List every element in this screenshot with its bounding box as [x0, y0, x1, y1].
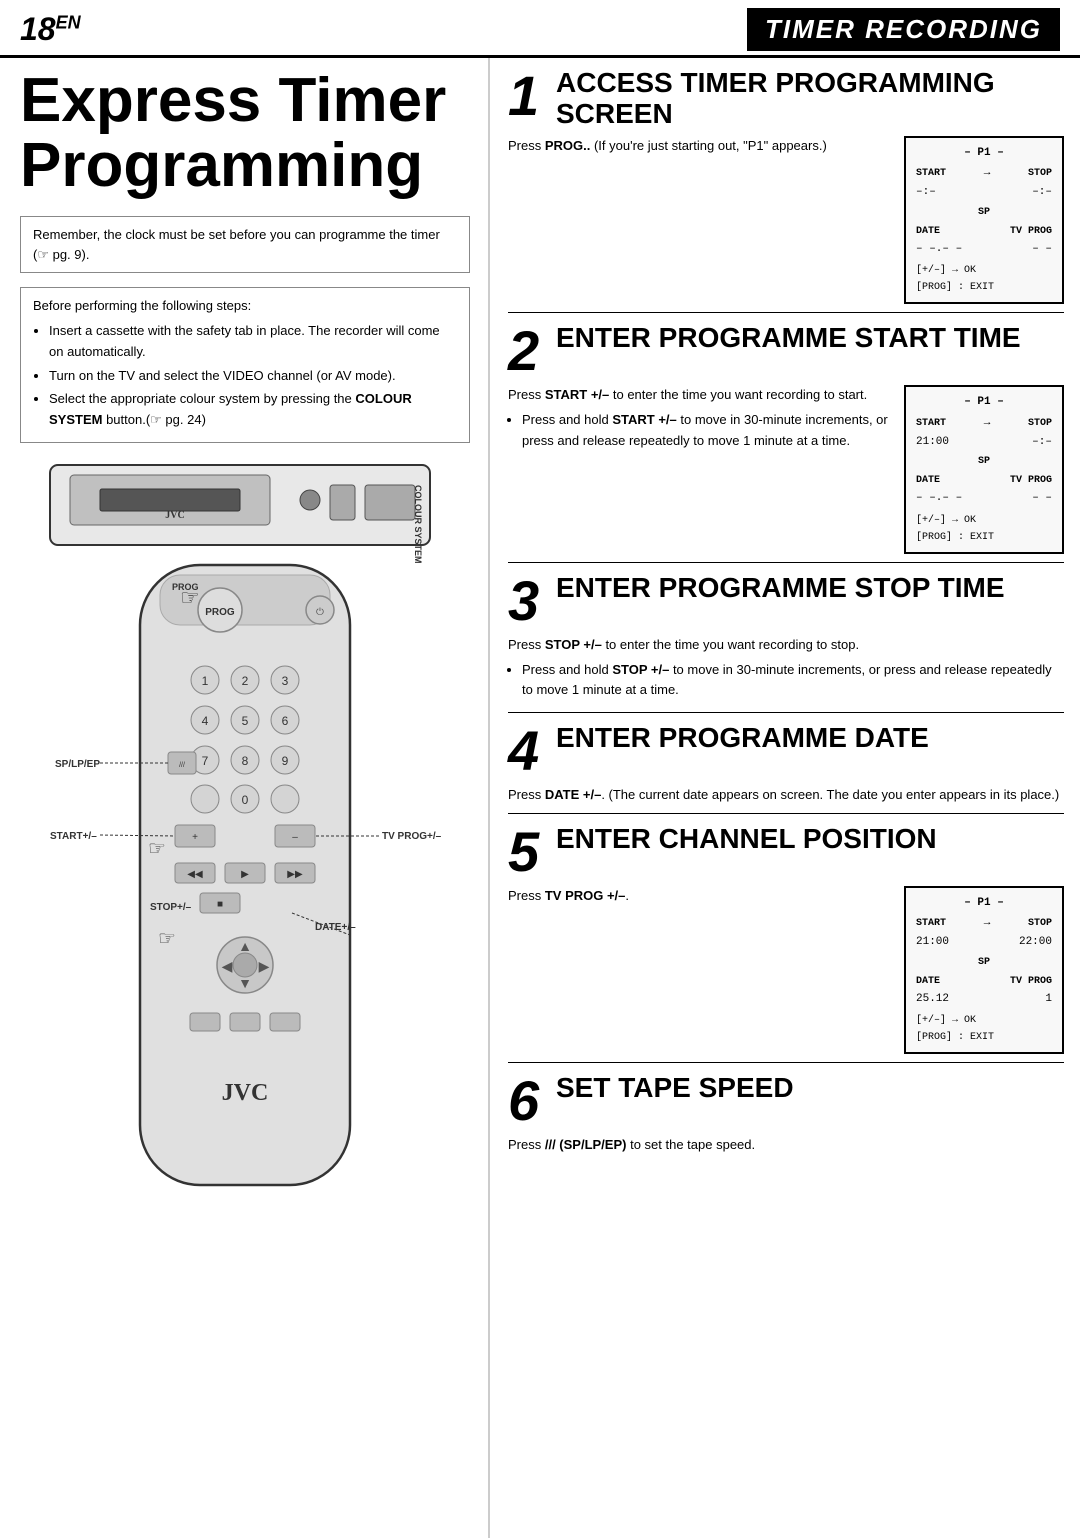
section-badge: TIMER RECORDING	[747, 8, 1060, 51]
step-title-3: ENTER PROGRAMME STOP TIME	[556, 573, 1005, 604]
step-section-6: 6 SET TAPE SPEED Press /// (SP/LP/EP) to…	[508, 1073, 1064, 1163]
step-body-2: Press START +/– to enter the time you wa…	[508, 385, 1064, 554]
svg-text:6: 6	[282, 714, 289, 728]
step-header-5: 5 ENTER CHANNEL POSITION	[508, 824, 1064, 880]
svg-text:SP/LP/EP: SP/LP/EP	[55, 759, 100, 770]
step-title-6: SET TAPE SPEED	[556, 1073, 794, 1104]
svg-text:JVC: JVC	[222, 1080, 269, 1106]
svg-text:8: 8	[242, 754, 249, 768]
lcd-screen-5: – P1 – START → STOP 21:00 22:00 SP DATE	[904, 886, 1064, 1055]
svg-text:▲: ▲	[238, 938, 252, 954]
svg-text:COLOUR SYSTEM: COLOUR SYSTEM	[413, 485, 423, 564]
vcr-illustration: JVC COLOUR SYSTEM PROG ☞ PROG ⏻	[20, 455, 470, 1215]
svg-text:◀◀: ◀◀	[187, 869, 203, 880]
svg-text:PROG: PROG	[205, 607, 235, 618]
step-number-2: 2	[508, 323, 546, 379]
svg-text:STOP+/–: STOP+/–	[150, 902, 192, 913]
step-header-6: 6 SET TAPE SPEED	[508, 1073, 1064, 1129]
step-body-6: Press /// (SP/LP/EP) to set the tape spe…	[508, 1135, 1064, 1155]
step-header-1: 1 ACCESS TIMER PROGRAMMING SCREEN	[508, 68, 1064, 130]
svg-text:◀: ◀	[222, 958, 233, 974]
svg-text:START+/–: START+/–	[50, 831, 97, 842]
svg-text:☞: ☞	[158, 928, 176, 950]
svg-text:5: 5	[242, 714, 249, 728]
step-body-1: Press PROG.. (If you're just starting ou…	[508, 136, 1064, 305]
list-item: Turn on the TV and select the VIDEO chan…	[49, 366, 457, 387]
right-column: 1 ACCESS TIMER PROGRAMMING SCREEN Press …	[490, 58, 1080, 1538]
step-section-3: 3 ENTER PROGRAMME STOP TIME Press STOP +…	[508, 573, 1064, 712]
svg-text:2: 2	[242, 674, 249, 688]
step-body-4: Press DATE +/–. (The current date appear…	[508, 785, 1064, 805]
step-text-6: Press /// (SP/LP/EP) to set the tape spe…	[508, 1135, 1064, 1155]
vcr-svg: JVC COLOUR SYSTEM PROG ☞ PROG ⏻	[20, 455, 470, 1215]
left-column: Express Timer Programming Remember, the …	[0, 58, 490, 1538]
step-number-6: 6	[508, 1073, 546, 1129]
svg-text:TV PROG+/–: TV PROG+/–	[382, 831, 442, 842]
svg-text:⏻: ⏻	[316, 607, 324, 618]
steps-box: Before performing the following steps: I…	[20, 287, 470, 443]
svg-text:7: 7	[202, 754, 209, 768]
step-text-3: Press STOP +/– to enter the time you wan…	[508, 635, 1064, 703]
svg-text:▶: ▶	[241, 869, 249, 880]
svg-text:3: 3	[282, 674, 289, 688]
main-content: Express Timer Programming Remember, the …	[0, 58, 1080, 1538]
step-section-2: 2 ENTER PROGRAMME START TIME Press START…	[508, 323, 1064, 563]
svg-text:▶: ▶	[259, 958, 270, 974]
list-item: Select the appropriate colour system by …	[49, 389, 457, 431]
step-body-5: Press TV PROG +/–. – P1 – START → STOP 2…	[508, 886, 1064, 1055]
lcd-screen-1: – P1 – START → STOP –:– –:– SP DATE	[904, 136, 1064, 305]
step-text-4: Press DATE +/–. (The current date appear…	[508, 785, 1064, 805]
step-body-3: Press STOP +/– to enter the time you wan…	[508, 635, 1064, 703]
svg-text:9: 9	[282, 754, 289, 768]
svg-text:–: –	[292, 832, 298, 843]
svg-text:0: 0	[242, 793, 249, 807]
step-title-5: ENTER CHANNEL POSITION	[556, 824, 937, 855]
lcd-screen-2: – P1 – START → STOP 21:00 –:– SP DATE	[904, 385, 1064, 554]
step-text-5: Press TV PROG +/–.	[508, 886, 892, 906]
step-header-2: 2 ENTER PROGRAMME START TIME	[508, 323, 1064, 379]
svg-text:///: ///	[179, 762, 185, 769]
step-title-1: ACCESS TIMER PROGRAMMING SCREEN	[556, 68, 1064, 130]
step-number-3: 3	[508, 573, 546, 629]
svg-text:1: 1	[202, 674, 209, 688]
page-title: Express Timer Programming	[20, 68, 470, 198]
note-box: Remember, the clock must be set before y…	[20, 216, 470, 273]
step-number-5: 5	[508, 824, 546, 880]
page-header: 18EN TIMER RECORDING	[0, 0, 1080, 58]
step-number-1: 1	[508, 68, 546, 124]
svg-text:DATE+/–: DATE+/–	[315, 922, 356, 933]
svg-text:☞: ☞	[148, 838, 166, 860]
step-section-4: 4 ENTER PROGRAMME DATE Press DATE +/–. (…	[508, 723, 1064, 814]
svg-text:+: +	[192, 832, 198, 843]
step-section-5: 5 ENTER CHANNEL POSITION Press TV PROG +…	[508, 824, 1064, 1064]
svg-text:■: ■	[217, 899, 223, 910]
svg-text:4: 4	[202, 714, 209, 728]
step-number-4: 4	[508, 723, 546, 779]
step-header-4: 4 ENTER PROGRAMME DATE	[508, 723, 1064, 779]
step-text-2: Press START +/– to enter the time you wa…	[508, 385, 892, 453]
step-text-1: Press PROG.. (If you're just starting ou…	[508, 136, 892, 156]
step-header-3: 3 ENTER PROGRAMME STOP TIME	[508, 573, 1064, 629]
svg-text:JVC: JVC	[165, 510, 184, 521]
svg-text:▶▶: ▶▶	[287, 869, 303, 880]
page-number: 18EN	[20, 11, 81, 48]
step-title-4: ENTER PROGRAMME DATE	[556, 723, 929, 754]
step-title-2: ENTER PROGRAMME START TIME	[556, 323, 1021, 354]
svg-text:PROG: PROG	[172, 582, 199, 592]
list-item: Insert a cassette with the safety tab in…	[49, 321, 457, 363]
step-section-1: 1 ACCESS TIMER PROGRAMMING SCREEN Press …	[508, 68, 1064, 313]
